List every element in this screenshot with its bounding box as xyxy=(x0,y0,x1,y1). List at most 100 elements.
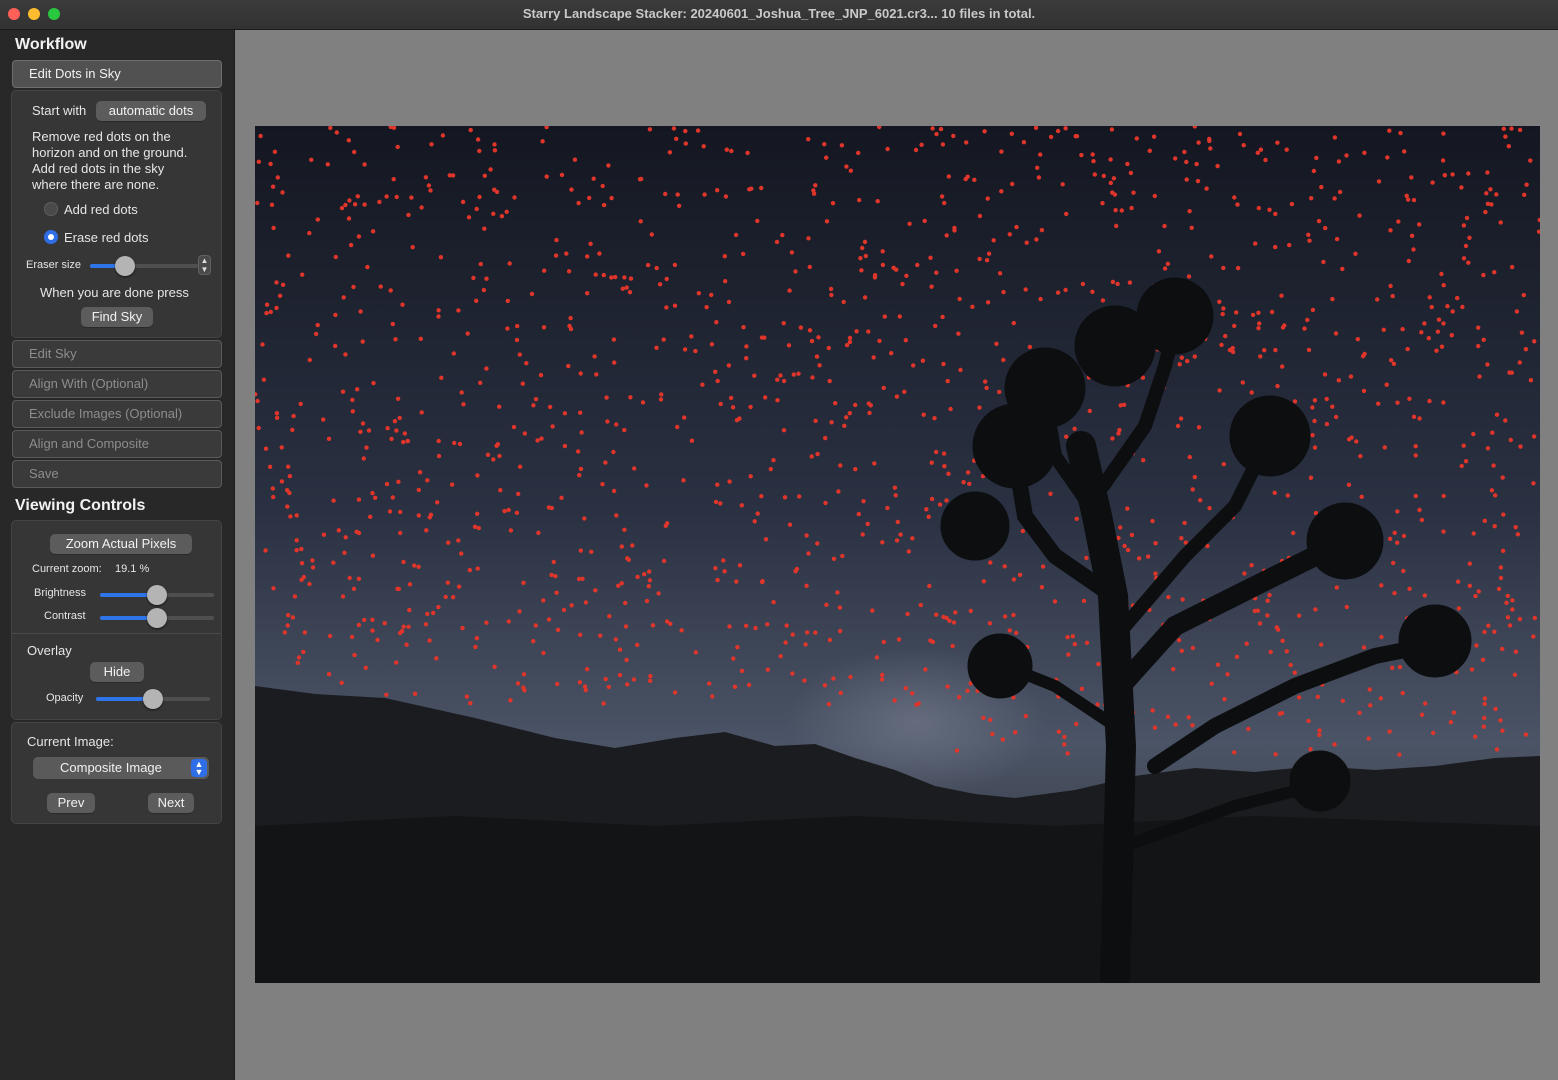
red-dot xyxy=(1257,321,1262,326)
red-dot xyxy=(1485,446,1491,451)
red-dot xyxy=(1296,695,1302,700)
overlay-hide-button[interactable]: Hide xyxy=(90,662,144,682)
red-dot xyxy=(313,331,319,337)
red-dot xyxy=(529,291,535,297)
red-dot xyxy=(1423,701,1428,706)
next-button[interactable]: Next xyxy=(148,793,194,813)
red-dot xyxy=(1392,591,1397,596)
red-dot xyxy=(425,478,430,483)
step-align-and-composite[interactable]: Align and Composite xyxy=(12,430,222,458)
red-dot xyxy=(605,419,610,424)
instructions-text: Remove red dots on the horizon and on th… xyxy=(32,129,188,192)
red-dot xyxy=(954,268,959,273)
current-image-select[interactable]: Composite Image ▲ ▼ xyxy=(33,757,209,779)
step-save[interactable]: Save xyxy=(12,460,222,488)
red-dot xyxy=(997,389,1002,395)
eraser-size-slider[interactable] xyxy=(90,256,198,276)
red-dot xyxy=(1504,600,1509,605)
image-canvas-area[interactable] xyxy=(235,30,1558,1080)
find-sky-button[interactable]: Find Sky xyxy=(81,307,153,327)
red-dot xyxy=(1521,292,1527,298)
brightness-slider[interactable] xyxy=(100,585,214,605)
red-dot xyxy=(1397,664,1403,670)
red-dot xyxy=(765,622,770,627)
red-dot xyxy=(771,458,776,463)
step-edit-dots-in-sky[interactable]: Edit Dots in Sky xyxy=(12,60,222,88)
red-dot xyxy=(1014,630,1019,636)
red-dot xyxy=(333,312,338,318)
photo-view[interactable] xyxy=(255,126,1540,983)
step-edit-sky[interactable]: Edit Sky xyxy=(12,340,222,368)
red-dot xyxy=(806,551,811,556)
red-dot xyxy=(1241,143,1246,148)
red-dot xyxy=(580,576,585,581)
red-dot xyxy=(807,264,812,270)
red-dot xyxy=(1009,131,1014,136)
red-dot xyxy=(1125,506,1130,511)
brightness-slider-knob[interactable] xyxy=(147,585,167,605)
red-dot xyxy=(1514,309,1520,314)
red-dot xyxy=(554,590,559,595)
red-dot xyxy=(941,361,946,367)
red-dot xyxy=(409,195,414,200)
red-dot xyxy=(664,305,669,310)
red-dot xyxy=(1007,628,1012,633)
red-dot xyxy=(1100,201,1105,206)
prev-button[interactable]: Prev xyxy=(47,793,95,813)
red-dot xyxy=(837,605,843,610)
red-dot xyxy=(1323,225,1328,231)
red-dot xyxy=(1184,177,1189,182)
red-dot xyxy=(1427,295,1432,300)
red-dot xyxy=(398,530,403,536)
red-dot xyxy=(892,698,897,703)
red-dot xyxy=(1493,706,1498,712)
red-dot xyxy=(1440,158,1446,163)
zoom-actual-pixels-button[interactable]: Zoom Actual Pixels xyxy=(50,534,192,554)
red-dot xyxy=(1013,730,1018,735)
red-dot xyxy=(1265,613,1270,618)
red-dot xyxy=(484,620,489,625)
add-red-dots-radio[interactable] xyxy=(44,202,58,216)
red-dot xyxy=(256,159,261,164)
automatic-dots-button[interactable]: automatic dots xyxy=(96,101,206,121)
red-dot xyxy=(1113,208,1118,213)
red-dot xyxy=(702,192,707,197)
red-dot xyxy=(999,189,1004,194)
red-dot xyxy=(456,308,461,313)
red-dot xyxy=(1114,223,1119,229)
workflow-heading: Workflow xyxy=(15,36,87,53)
step-align-with[interactable]: Align With (Optional) xyxy=(12,370,222,398)
red-dot xyxy=(844,164,849,169)
red-dot xyxy=(1215,662,1221,667)
red-dot xyxy=(840,553,845,559)
red-dot xyxy=(1485,170,1490,175)
red-dot xyxy=(1280,364,1285,369)
step-exclude-images[interactable]: Exclude Images (Optional) xyxy=(12,400,222,428)
red-dot xyxy=(814,354,820,359)
red-dot xyxy=(650,623,656,628)
eraser-size-stepper[interactable]: ▲ ▼ xyxy=(198,255,211,275)
red-dot xyxy=(934,612,939,617)
opacity-slider[interactable] xyxy=(96,689,210,709)
red-dot xyxy=(467,567,472,573)
red-dot xyxy=(859,268,864,273)
red-dot xyxy=(356,497,362,502)
erase-red-dots-label[interactable]: Erase red dots xyxy=(64,230,149,245)
red-dot xyxy=(1209,681,1214,686)
red-dot xyxy=(743,623,749,628)
erase-red-dots-radio[interactable] xyxy=(44,230,58,244)
red-dot xyxy=(1379,634,1384,640)
eraser-size-slider-knob[interactable] xyxy=(114,256,135,276)
red-dot xyxy=(1409,175,1414,180)
contrast-slider[interactable] xyxy=(100,608,214,628)
red-dot xyxy=(1387,128,1392,133)
red-dot xyxy=(1173,722,1178,727)
red-dot xyxy=(584,667,590,672)
red-dot xyxy=(436,314,441,319)
contrast-slider-knob[interactable] xyxy=(147,608,167,628)
red-dot xyxy=(672,262,678,268)
red-dot xyxy=(1234,310,1239,315)
red-dot xyxy=(1207,138,1212,144)
add-red-dots-label[interactable]: Add red dots xyxy=(64,202,138,217)
opacity-slider-knob[interactable] xyxy=(143,689,163,709)
